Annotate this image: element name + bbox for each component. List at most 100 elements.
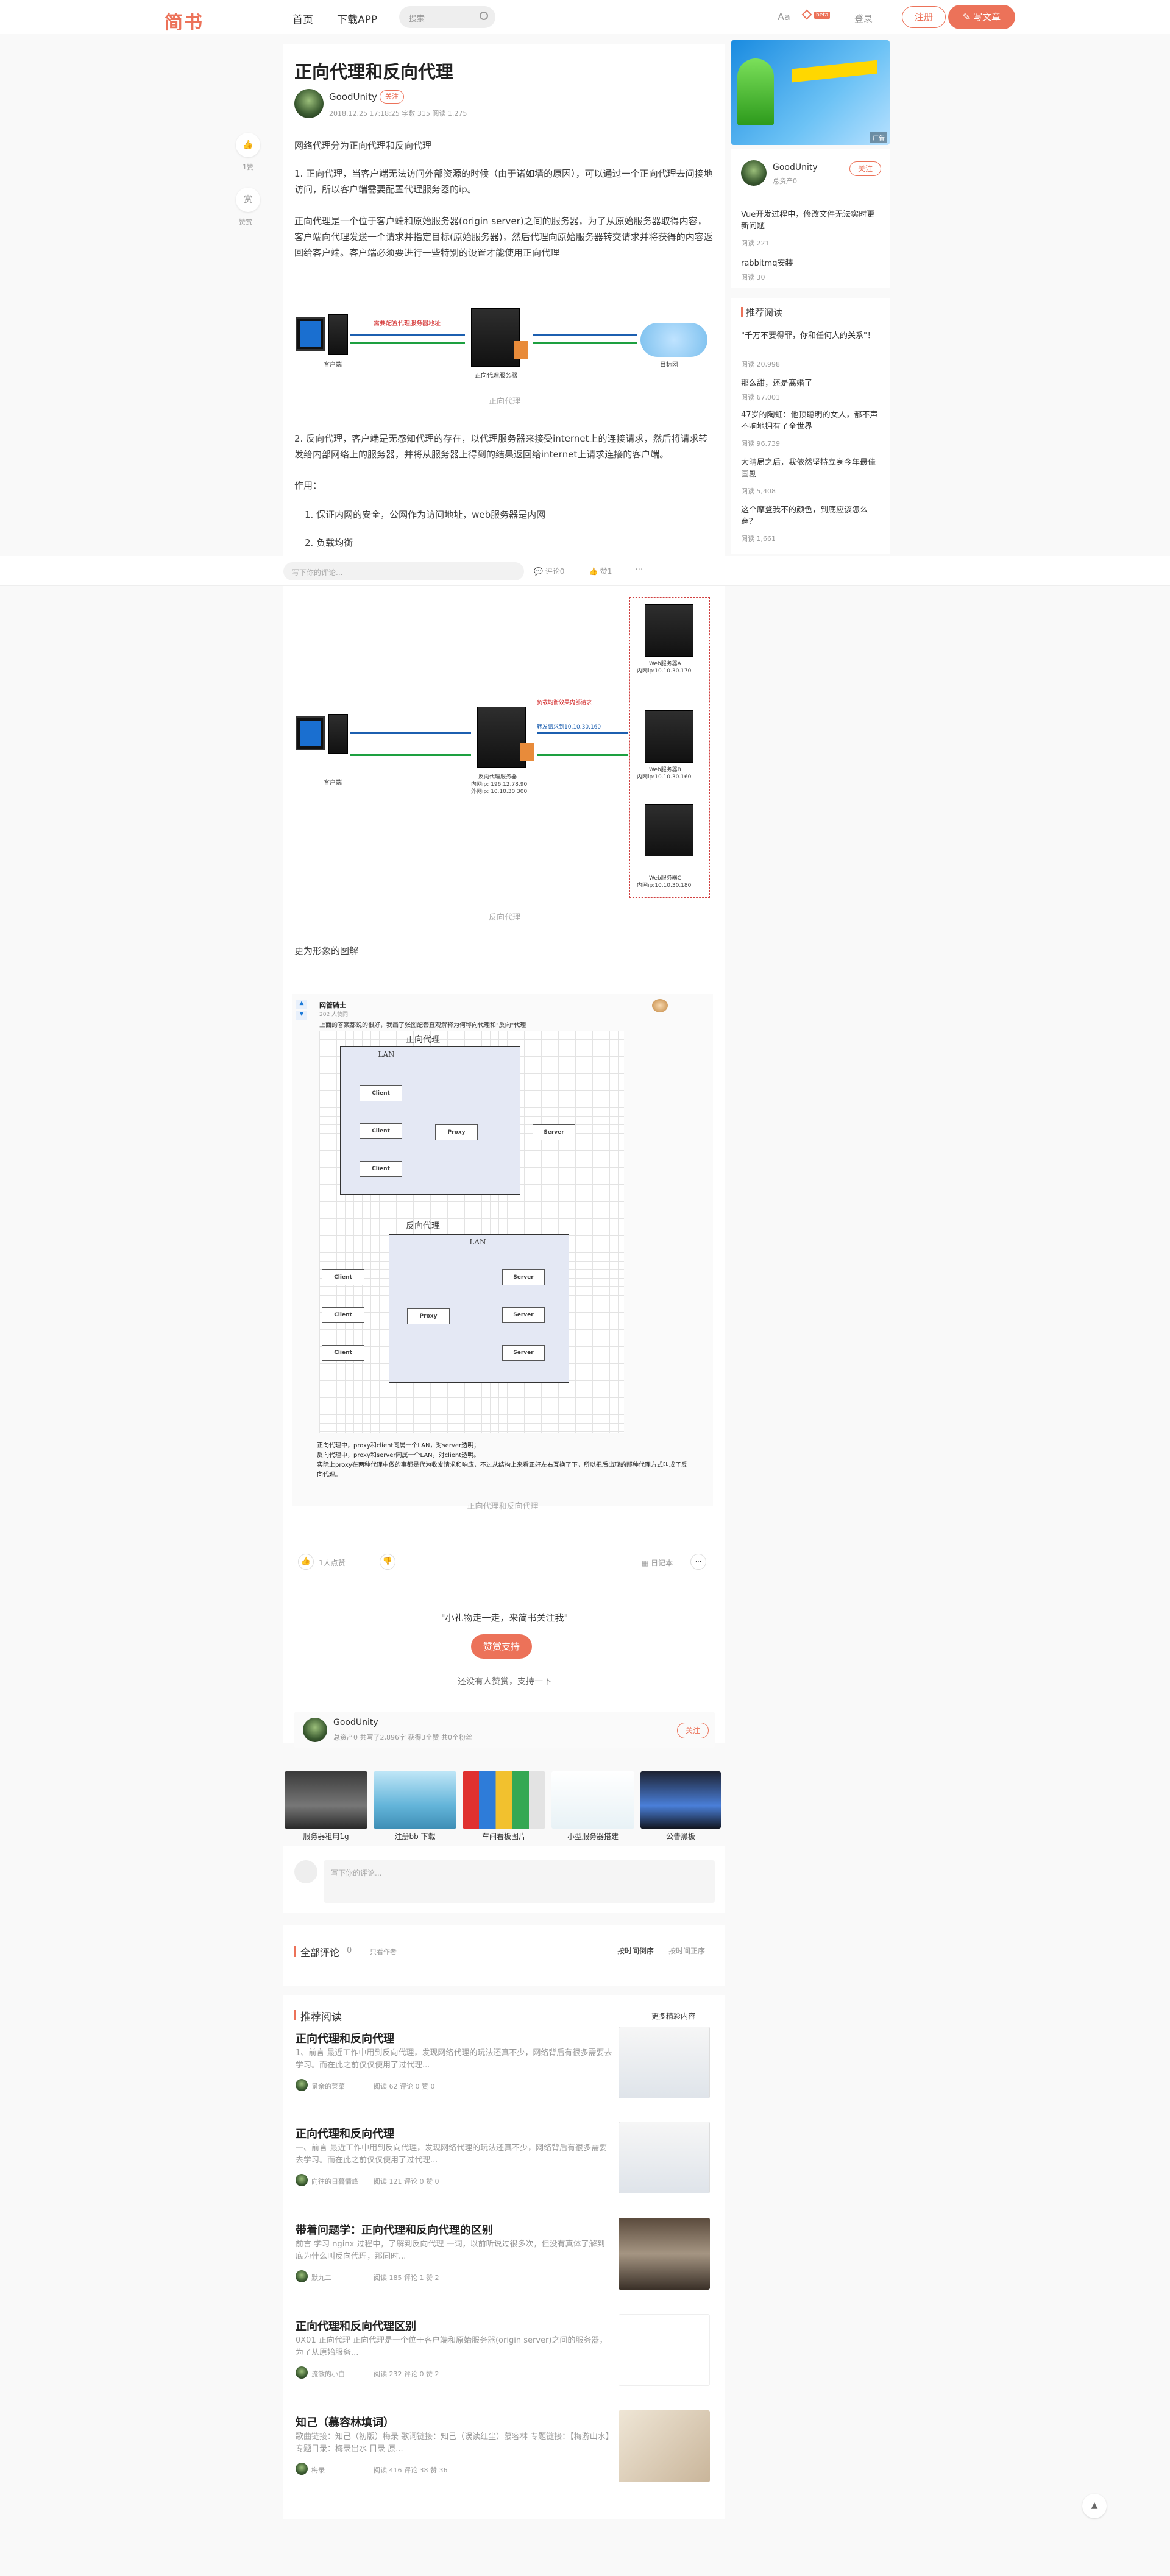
- diary-label: 日记本: [651, 1559, 673, 1567]
- fig3-note-1: 正向代理中，proxy和client同属一个LAN，对server透明；: [317, 1442, 480, 1449]
- sort-desc[interactable]: 按时间倒序: [617, 1946, 654, 1956]
- rec-row-avatar[interactable]: [296, 2366, 308, 2379]
- ad-thumb[interactable]: [463, 1771, 545, 1829]
- like-button[interactable]: 👍: [298, 1554, 314, 1570]
- rec-row-author[interactable]: 景余的菜菜: [311, 2081, 345, 2091]
- back-to-top-button[interactable]: ▲: [1082, 2494, 1107, 2518]
- sticky-like-button[interactable]: 👍 赞1: [589, 566, 612, 576]
- sidebar-avatar[interactable]: [741, 160, 767, 186]
- fig1-arrow-green: [350, 342, 465, 344]
- ad-thumb[interactable]: [551, 1771, 634, 1829]
- upvote-icon: ▲: [296, 1000, 307, 1009]
- nav-download-app[interactable]: 下载APP: [337, 11, 377, 26]
- search-icon[interactable]: [480, 12, 488, 20]
- sidebar-item-meta: 阅读 30: [741, 273, 765, 281]
- rec-item-title[interactable]: 那么甜，还是离婚了: [741, 378, 881, 389]
- notebook-icon: ▦: [642, 1559, 651, 1567]
- write-article-button[interactable]: ✎ 写文章: [948, 5, 1015, 29]
- font-toggle-button[interactable]: Aa: [778, 11, 790, 23]
- sidebar-follow-button[interactable]: 关注: [849, 161, 881, 176]
- beta-badge: beta: [814, 12, 831, 19]
- rec-row-title[interactable]: 正向代理和反向代理: [296, 2030, 612, 2046]
- rec-row-author[interactable]: 梅录: [311, 2465, 325, 2475]
- rec-item-title[interactable]: 大晴局之后，我依然坚持立身今年最佳国剧: [741, 457, 881, 480]
- rec-row-avatar[interactable]: [296, 2463, 308, 2475]
- ad-thumb-label[interactable]: 小型服务器搭建: [551, 1831, 634, 1841]
- rec-row-avatar[interactable]: [296, 2270, 308, 2282]
- bottom-author-name[interactable]: GoodUnity: [333, 1718, 378, 1727]
- rec-row-thumb[interactable]: [619, 2218, 710, 2290]
- ad-thumb[interactable]: [285, 1771, 367, 1829]
- fig3-client-node: Client: [360, 1123, 402, 1139]
- rec-row-author[interactable]: 向往的日暮情峰: [311, 2176, 358, 2186]
- fig2-arrow-green: [350, 754, 471, 756]
- follow-button[interactable]: 关注: [380, 90, 404, 104]
- rec-row-desc: 前言 学习 nginx 过程中，了解到反向代理 一词，以前听说过很多次，但没有真…: [296, 2240, 605, 2261]
- dislike-button[interactable]: 👎: [380, 1554, 395, 1570]
- fig3-client-node: Client: [322, 1345, 364, 1361]
- rec-row-title[interactable]: 带着问题学：正向代理和反向代理的区别: [296, 2221, 612, 2237]
- web-server-c-icon: [645, 804, 693, 856]
- diary-link[interactable]: ▦ 日记本: [642, 1558, 673, 1568]
- sidebar-author-name[interactable]: GoodUnity: [773, 163, 818, 172]
- rec-item-title[interactable]: 这个摩登我不的颜色，到底应该怎么穿？: [741, 504, 881, 528]
- search-input[interactable]: 搜索: [399, 6, 495, 28]
- ad-headline-bar: [792, 60, 878, 83]
- rec-row-title[interactable]: 正向代理和反向代理区别: [296, 2318, 612, 2334]
- sticky-comment-input[interactable]: 写下你的评论...: [283, 562, 524, 580]
- reverse-proxy-figure: Web服务器A 内网ip:10.10.30.170 Web服务器B 内网ip:1…: [294, 597, 715, 922]
- rec-row-avatar[interactable]: [296, 2174, 308, 2186]
- rec-row-stats: 阅读 121 评论 0 赞 0: [374, 2178, 439, 2186]
- sticky-more-button[interactable]: ···: [635, 565, 643, 574]
- bottom-author-avatar[interactable]: [303, 1718, 327, 1742]
- sort-asc[interactable]: 按时间正序: [668, 1946, 705, 1956]
- commenter-avatar: [294, 1860, 317, 1883]
- ad-banner[interactable]: 广告: [731, 40, 890, 145]
- ad-thumb[interactable]: [374, 1771, 456, 1829]
- rec-item-title[interactable]: 47岁的陶虹：他顶聪明的女人，都不声不响地拥有了全世界: [741, 409, 881, 432]
- sticky-comment-bar: 写下你的评论... 💬 评论0 👍 赞1 ···: [0, 556, 1170, 586]
- bottom-follow-button[interactable]: 关注: [677, 1723, 709, 1738]
- reward-float-button[interactable]: 赏: [236, 188, 260, 212]
- login-link[interactable]: 登录: [854, 12, 873, 25]
- author-name[interactable]: GoodUnity: [329, 91, 377, 102]
- comment-textarea[interactable]: 写下你的评论...: [324, 1860, 715, 1903]
- rec-row-desc: 一、前言 最近工作中用到反向代理，发现网络代理的玩法还真不少，网络背后有很多需要…: [296, 2144, 608, 2165]
- rec-row-author[interactable]: 流敏的小白: [311, 2369, 345, 2379]
- rec-row-thumb[interactable]: [619, 2027, 710, 2098]
- ad-thumb-label[interactable]: 公告黑板: [640, 1831, 721, 1841]
- ad-thumb-label[interactable]: 车间看板图片: [463, 1831, 545, 1841]
- recommend-title: 推荐阅读: [300, 2011, 342, 2024]
- rec-row-desc: 1、前言 最近工作中用到反向代理，发现网络代理的玩法还真不少，网络背后有很多需要…: [296, 2048, 612, 2070]
- like-float-button[interactable]: 👍: [236, 133, 260, 157]
- ad-thumb[interactable]: [640, 1771, 721, 1829]
- sidebar-item-title[interactable]: rabbitmq安装: [741, 258, 881, 269]
- recommend-more-link[interactable]: 更多精彩内容: [651, 2011, 695, 2021]
- diamond-icon[interactable]: [801, 9, 812, 20]
- rec-item-title[interactable]: "千万不要得罪，你和任何人的关系"！: [741, 330, 881, 342]
- illustrated-figure: ▲ ▼ 网管骑士 202 人赞同 上面的答案都说的很好，我画了张图配套直观解释为…: [292, 994, 713, 1511]
- ad-thumb-label[interactable]: 服务器租用1g: [285, 1831, 367, 1841]
- rec-row-title[interactable]: 正向代理和反向代理: [296, 2125, 612, 2141]
- firewall-icon: [514, 341, 528, 359]
- more-actions-button[interactable]: ···: [690, 1554, 706, 1570]
- ad-thumb-label[interactable]: 注册bb 下载: [374, 1831, 456, 1841]
- author-avatar[interactable]: [294, 89, 324, 118]
- rec-row-title[interactable]: 知己（慕容林填词）: [296, 2414, 612, 2430]
- author-only-toggle[interactable]: 只看作者: [370, 1947, 397, 1957]
- site-logo[interactable]: 简书: [165, 7, 204, 34]
- rec-row-avatar[interactable]: [296, 2079, 308, 2091]
- rec-row-author[interactable]: 默九二: [311, 2273, 332, 2282]
- rec-row-thumb[interactable]: [619, 2122, 710, 2193]
- register-button[interactable]: 注册: [902, 6, 946, 28]
- sticky-comment-button[interactable]: 💬 评论0: [534, 566, 564, 576]
- rec-row-stats: 阅读 416 评论 38 赞 36: [374, 2466, 448, 2474]
- fig3-server-node: Server: [533, 1124, 575, 1140]
- nav-home[interactable]: 首页: [292, 11, 313, 26]
- sidebar-item-title[interactable]: Vue开发过程中，修改文件无法实时更新问题: [741, 209, 881, 232]
- rec-row-thumb[interactable]: [619, 2410, 710, 2482]
- server-b-ip: 内网ip:10.10.30.160: [637, 774, 692, 780]
- donate-button[interactable]: 赞赏支持: [471, 1634, 532, 1659]
- fig2-proxy-server-icon: [477, 707, 526, 768]
- rec-row-thumb[interactable]: [619, 2314, 710, 2386]
